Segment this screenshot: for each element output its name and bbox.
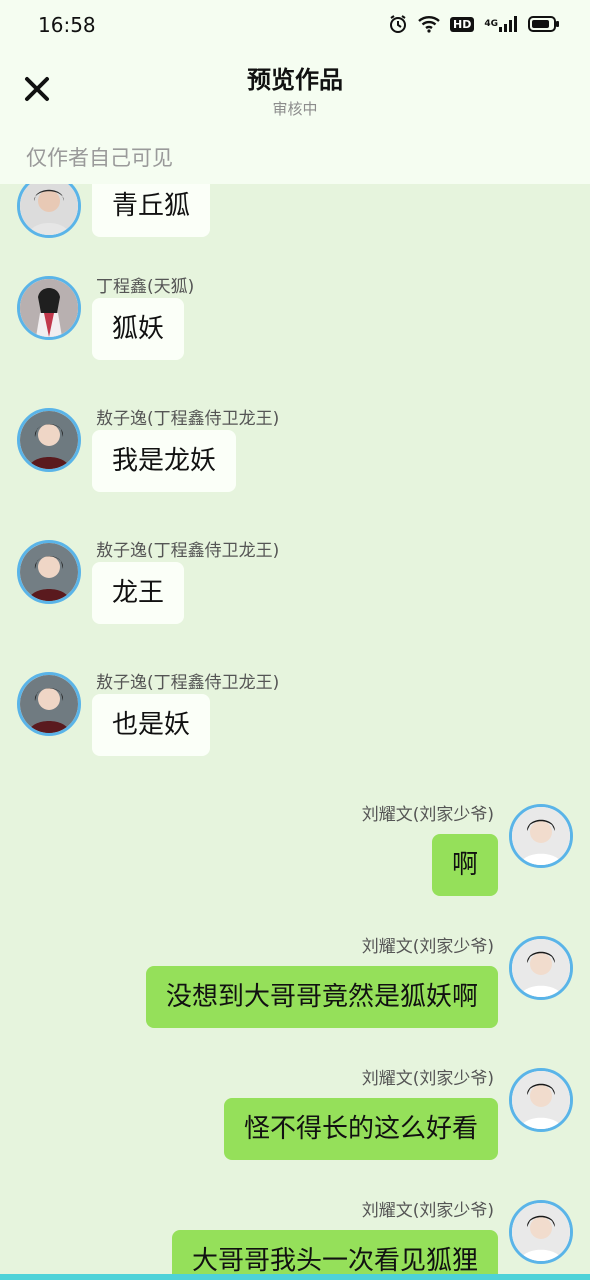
header: 预览作品 审核中 bbox=[0, 52, 590, 134]
signal-4g-icon: 4G bbox=[484, 15, 518, 33]
message-bubble[interactable]: 啊 bbox=[431, 834, 498, 896]
sender-name: 敖子逸(丁程鑫侍卫龙王) bbox=[96, 541, 280, 561]
message-bubble[interactable]: 我是龙妖 bbox=[92, 430, 237, 492]
hd-icon: HD bbox=[450, 16, 475, 32]
avatar[interactable] bbox=[509, 1200, 573, 1264]
avatar[interactable] bbox=[509, 804, 573, 868]
message-bubble[interactable]: 狐妖 bbox=[92, 298, 185, 360]
sender-name: 刘耀文(刘家少爷) bbox=[361, 1201, 494, 1221]
avatar[interactable] bbox=[17, 672, 81, 736]
status-icons: HD 4G bbox=[388, 14, 560, 34]
network-label: 4G bbox=[484, 19, 498, 29]
avatar[interactable] bbox=[509, 936, 573, 1000]
avatar[interactable] bbox=[509, 1068, 573, 1132]
status-time: 16:58 bbox=[38, 13, 96, 37]
battery-icon bbox=[528, 15, 560, 33]
sender-name: 敖子逸(丁程鑫侍卫龙王) bbox=[96, 409, 280, 429]
message-bubble[interactable]: 怪不得长的这么好看 bbox=[223, 1098, 498, 1160]
message-bubble[interactable]: 没想到大哥哥竟然是狐妖啊 bbox=[145, 966, 498, 1028]
chat-list[interactable]: 青丘狐 丁程鑫(天狐) 狐妖 敖子逸(丁程鑫侍卫龙王) 我是龙妖 敖子逸(丁程鑫… bbox=[0, 184, 590, 1280]
bottom-progress-strip bbox=[0, 1274, 590, 1280]
avatar[interactable] bbox=[17, 184, 81, 238]
avatar[interactable] bbox=[17, 540, 81, 604]
page-title: 预览作品 bbox=[247, 66, 343, 94]
sender-name: 刘耀文(刘家少爷) bbox=[361, 1069, 494, 1089]
message-bubble[interactable]: 也是妖 bbox=[92, 694, 211, 756]
privacy-bar: 仅作者自己可见 bbox=[0, 134, 590, 184]
wifi-icon bbox=[418, 15, 440, 33]
message-bubble[interactable]: 青丘狐 bbox=[92, 184, 211, 237]
alarm-icon bbox=[388, 14, 408, 34]
message-bubble[interactable]: 大哥哥我头一次看见狐狸 bbox=[171, 1230, 498, 1280]
sender-name: 丁程鑫(天狐) bbox=[96, 277, 195, 297]
review-status: 审核中 bbox=[272, 100, 318, 118]
message-bubble[interactable]: 龙王 bbox=[92, 562, 185, 624]
privacy-notice: 仅作者自己可见 bbox=[26, 146, 173, 170]
status-bar: 16:58 HD 4G bbox=[0, 0, 590, 52]
sender-name: 刘耀文(刘家少爷) bbox=[361, 805, 494, 825]
avatar[interactable] bbox=[17, 408, 81, 472]
avatar[interactable] bbox=[17, 276, 81, 340]
sender-name: 刘耀文(刘家少爷) bbox=[361, 937, 494, 957]
sender-name: 敖子逸(丁程鑫侍卫龙王) bbox=[96, 673, 280, 693]
